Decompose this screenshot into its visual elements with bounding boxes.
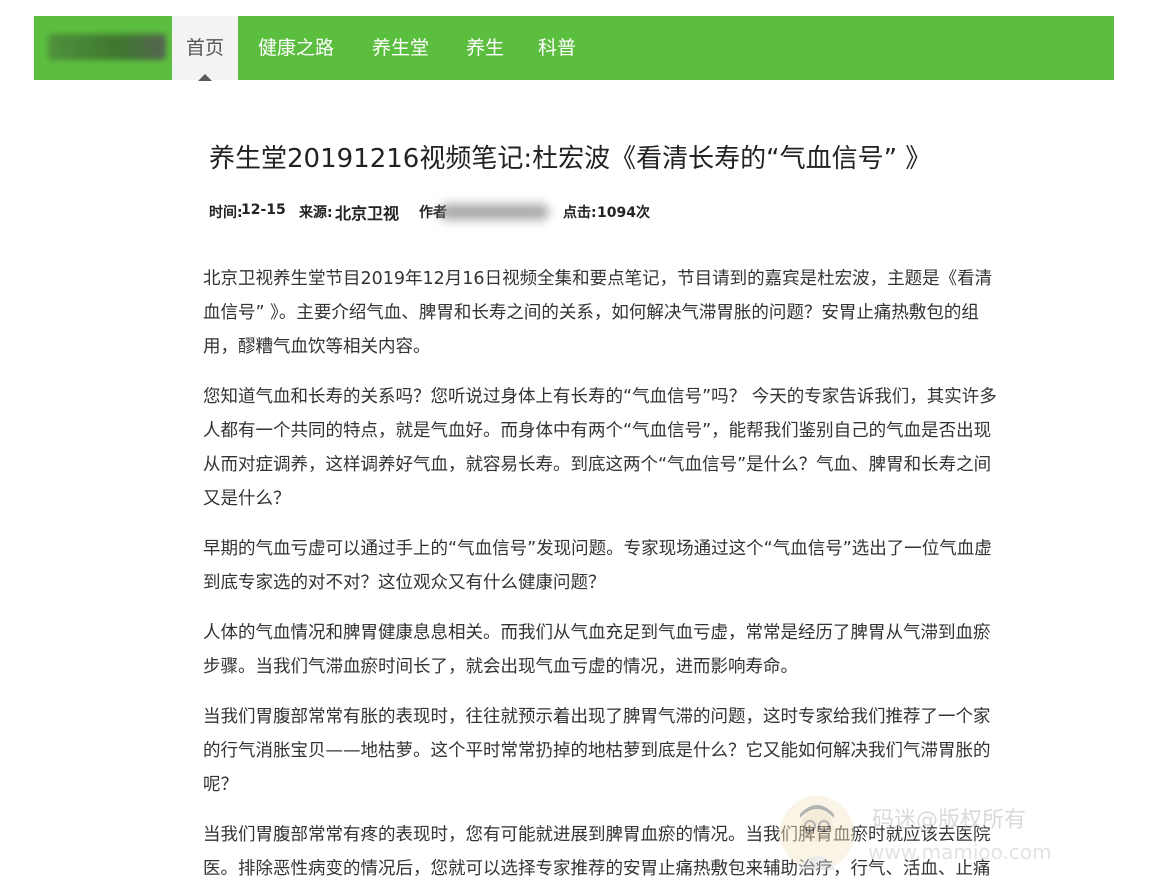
nav-item-home[interactable]: 首页 — [172, 16, 238, 81]
article-title: 养生堂20191216视频笔记:杜宏波《看清长寿的“气血信号” 》 — [209, 144, 932, 174]
article-paragraph: 当我们胃腹部常常有胀的表现时，往往就预示着出现了脾胃气滞的问题，这时专家给我们推… — [203, 700, 1115, 802]
nav-item-yangshengtang[interactable]: 养生堂 — [372, 16, 429, 80]
paragraph-line: 当我们胃腹部常常有胀的表现时，往往就预示着出现了脾胃气滞的问题，这时专家给我们推… — [203, 707, 991, 727]
paragraph-line: 又是什么？ — [203, 489, 291, 509]
paragraph-line: 呢？ — [203, 775, 238, 795]
paragraph-line: 早期的气血亏虚可以通过手上的“气血信号”发现问题。专家现场通过这个“气血信号”选… — [203, 539, 992, 559]
paragraph-line: 步骤。当我们气滞血瘀时间长了，就会出现气血亏虚的情况，进而影响寿命。 — [203, 657, 798, 677]
article-paragraph: 北京卫视养生堂节目2019年12月16日视频全集和要点笔记，节目请到的嘉宾是杜宏… — [203, 262, 1115, 364]
paragraph-line: 人体的气血情况和脾胃健康息息相关。而我们从气血充足到气血亏虚，常常是经历了脾胃从… — [203, 623, 991, 643]
author-blurred — [439, 204, 549, 220]
nav-item-yangsheng[interactable]: 养生 — [466, 16, 504, 80]
paragraph-line: 的行气消胀宝贝——地枯萝。这个平时常常扔掉的地枯萝到底是什么？它又能如何解决我们… — [203, 741, 991, 761]
paragraph-line: 到底专家选的对不对？这位观众又有什么健康问题？ — [203, 573, 606, 593]
article-paragraph: 人体的气血情况和脾胃健康息息相关。而我们从气血充足到气血亏虚，常常是经历了脾胃从… — [203, 616, 1115, 684]
paragraph-line: 从而对症调养，这样调养好气血，就容易长寿。到底这两个“气血信号”是什么？气血、脾… — [203, 455, 992, 475]
nav-item-label: 养生 — [466, 37, 505, 59]
nav-item-label: 养生堂 — [372, 37, 430, 59]
time-value: 12-15 — [241, 202, 286, 218]
nav-item-science[interactable]: 科普 — [538, 16, 576, 80]
paragraph-line: 您知道气血和长寿的关系吗？您听说过身体上有长寿的“气血信号”吗？ 今天的专家告诉… — [203, 387, 997, 407]
clicks-label: 点击: — [563, 205, 597, 221]
nav-item-health-road[interactable]: 健康之路 — [258, 16, 334, 80]
paragraph-line: 用，醪糟气血饮等相关内容。 — [203, 337, 431, 357]
paragraph-line: 当我们胃腹部常常有疼的表现时，您有可能就进展到脾胃血瘀的情况。当我们脾胃血瘀时就… — [203, 825, 991, 845]
active-caret-icon — [198, 74, 212, 81]
paragraph-line: 北京卫视养生堂节目2019年12月16日视频全集和要点笔记，节目请到的嘉宾是杜宏… — [203, 269, 993, 289]
time-label: 时间: — [209, 205, 243, 221]
source-label: 来源: — [299, 205, 333, 221]
article-paragraph: 当我们胃腹部常常有疼的表现时，您有可能就进展到脾胃血瘀的情况。当我们脾胃血瘀时就… — [203, 818, 1115, 886]
article-paragraph: 您知道气血和长寿的关系吗？您听说过身体上有长寿的“气血信号”吗？ 今天的专家告诉… — [203, 380, 1115, 516]
nav-item-label: 首页 — [185, 37, 224, 59]
article-body: 北京卫视养生堂节目2019年12月16日视频全集和要点笔记，节目请到的嘉宾是杜宏… — [203, 262, 1115, 887]
site-logo[interactable] — [48, 34, 166, 60]
top-nav-bar: ] 首页 健康之路 养生堂 养生 科普 — [34, 16, 1114, 81]
paragraph-line: 人都有一个共同的特点，就是气血好。而身体中有两个“气血信号”，能帮我们鉴别自己的… — [203, 421, 992, 441]
source-value: 北京卫视 — [335, 204, 400, 223]
clicks-value: 1094次 — [597, 205, 650, 221]
nav-item-label: 健康之路 — [258, 37, 335, 59]
article-paragraph: 早期的气血亏虚可以通过手上的“气血信号”发现问题。专家现场通过这个“气血信号”选… — [203, 532, 1115, 600]
nav-item-label: 科普 — [538, 37, 577, 59]
paragraph-line: 医。排除恶性病变的情况后，您就可以选择专家推荐的安胃止痛热敷包来辅助治疗，行气、… — [203, 859, 991, 879]
paragraph-line: 血信号” 》。主要介绍气血、脾胃和长寿之间的关系，如何解决气滞胃胀的问题？安胃止… — [203, 303, 979, 323]
